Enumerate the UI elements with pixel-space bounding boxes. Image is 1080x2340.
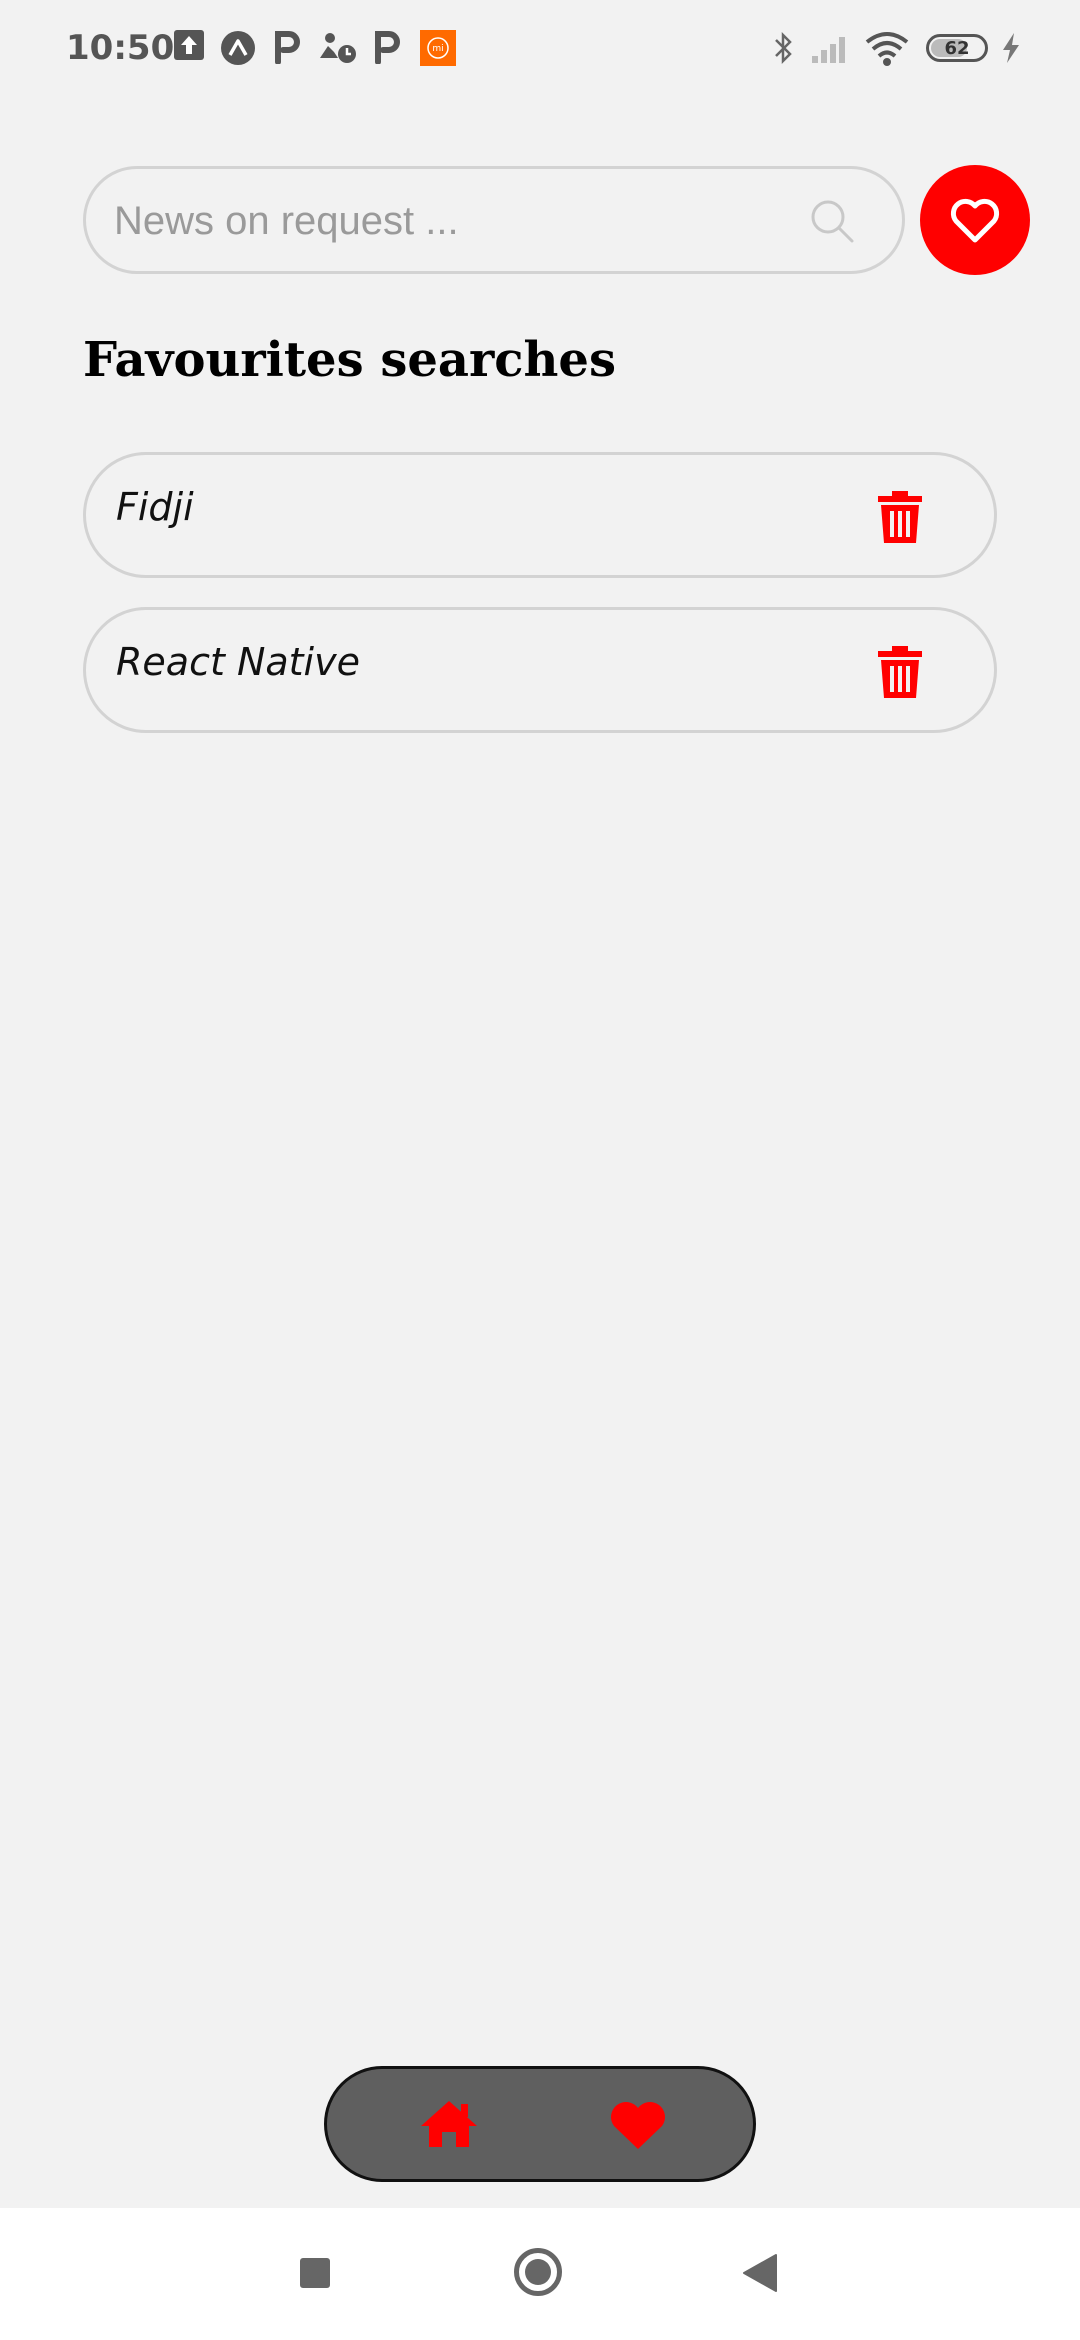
favourite-item[interactable]: Fidji	[83, 452, 997, 578]
delivery-icon	[320, 33, 356, 63]
heart-outline-icon	[950, 198, 1000, 243]
search-bar[interactable]	[83, 166, 905, 274]
search-input[interactable]	[112, 169, 776, 273]
trash-icon[interactable]	[874, 642, 926, 700]
mi-icon: mi	[420, 30, 456, 66]
favourite-search-button[interactable]	[920, 165, 1030, 275]
favourite-item-label: React Native	[116, 640, 360, 684]
status-bar: 10:50 mi 62	[0, 0, 1080, 100]
upload-icon	[174, 30, 204, 60]
wifi-icon	[865, 32, 909, 66]
heart-icon[interactable]	[609, 2099, 667, 2151]
favourite-item[interactable]: React Native	[83, 607, 997, 733]
parking-icon	[275, 31, 300, 64]
back-icon[interactable]	[742, 2253, 778, 2293]
favourite-item-label: Fidji	[116, 485, 194, 529]
section-title: Favourites searches	[83, 332, 616, 388]
expo-icon	[221, 31, 255, 65]
battery-level: 62	[944, 37, 970, 59]
charging-icon	[1003, 33, 1019, 63]
bluetooth-icon	[775, 31, 792, 65]
bottom-tab-bar	[324, 2066, 756, 2182]
trash-icon[interactable]	[874, 487, 926, 545]
status-time: 10:50	[66, 28, 175, 68]
svg-text:mi: mi	[432, 44, 443, 54]
signal-icon	[812, 37, 845, 63]
parking-icon	[375, 31, 400, 64]
search-icon[interactable]	[808, 197, 858, 247]
battery-icon: 62	[926, 34, 988, 62]
home-nav-icon[interactable]	[514, 2248, 562, 2296]
system-nav-bar	[0, 2208, 1080, 2340]
home-icon[interactable]	[419, 2099, 479, 2149]
recents-icon[interactable]	[300, 2258, 330, 2288]
